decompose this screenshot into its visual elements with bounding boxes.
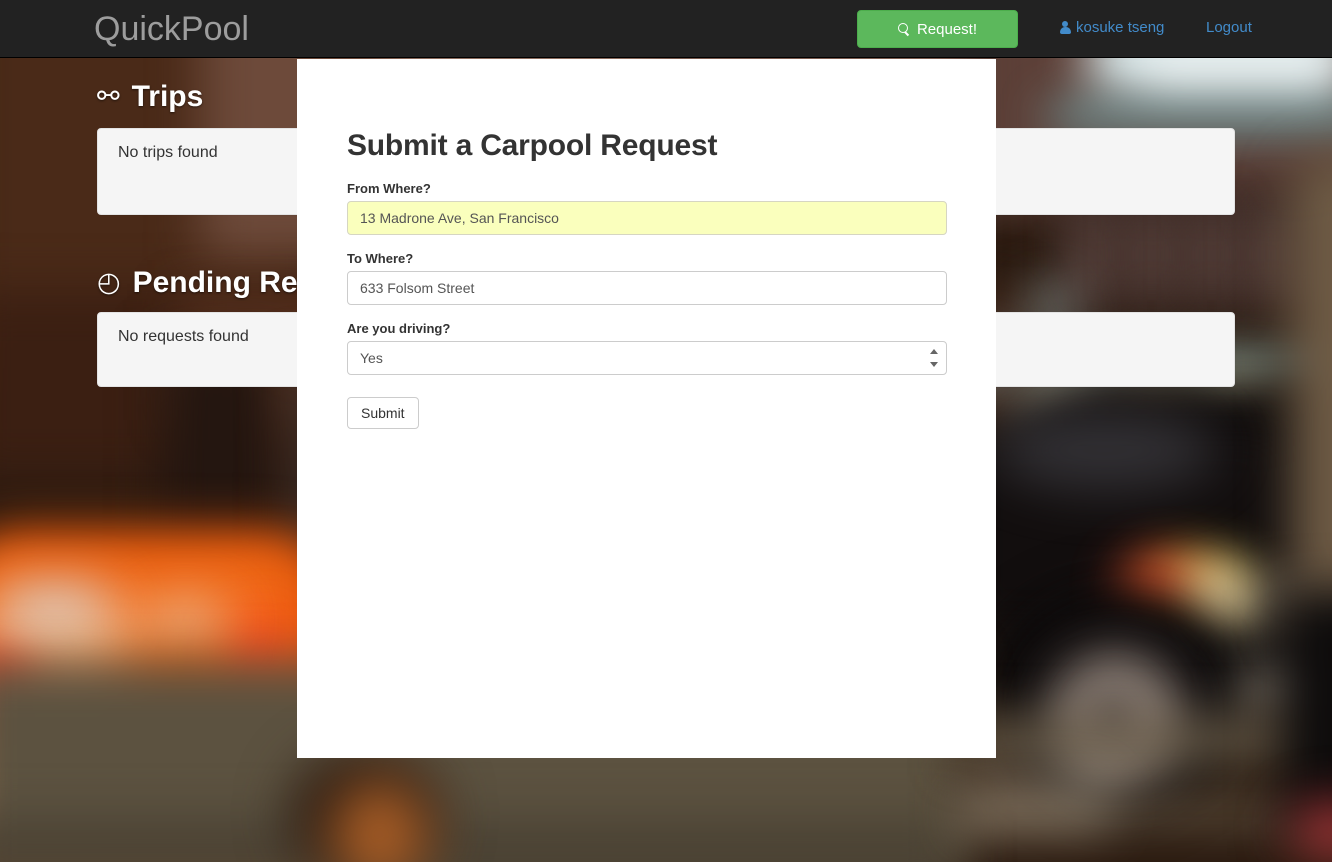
driving-select[interactable]: Yes [347, 341, 947, 375]
chain-link-icon: ⚯ [97, 81, 120, 112]
driving-label: Are you driving? [347, 321, 451, 336]
to-where-group: To Where? [347, 251, 947, 305]
request-button-label: Request! [916, 20, 978, 38]
nav-user-link[interactable]: kosuke tseng [1059, 19, 1164, 36]
nav-user-name: kosuke tseng [1076, 19, 1165, 36]
person-icon [1059, 20, 1071, 35]
search-icon [897, 22, 911, 36]
from-where-group: From Where? [347, 181, 947, 235]
from-where-input[interactable] [347, 201, 947, 235]
trips-heading-label: Trips [131, 80, 204, 113]
carpool-request-modal: Submit a Carpool Request From Where? To … [297, 59, 996, 758]
request-button[interactable]: Request! [857, 10, 1018, 48]
brand-logo[interactable]: QuickPool [94, 7, 249, 51]
from-where-label: From Where? [347, 181, 431, 196]
top-navbar: QuickPool Request! kosuke tseng Logout [0, 0, 1332, 58]
logout-link[interactable]: Logout [1206, 19, 1252, 36]
clock-icon: ◴ [97, 267, 121, 298]
to-where-label: To Where? [347, 251, 414, 266]
trips-heading: ⚯ Trips [97, 80, 203, 114]
driving-group: Are you driving? Yes [347, 321, 947, 375]
to-where-input[interactable] [347, 271, 947, 305]
page-title: Submit a Carpool Request [347, 129, 718, 162]
submit-button[interactable]: Submit [347, 397, 419, 429]
